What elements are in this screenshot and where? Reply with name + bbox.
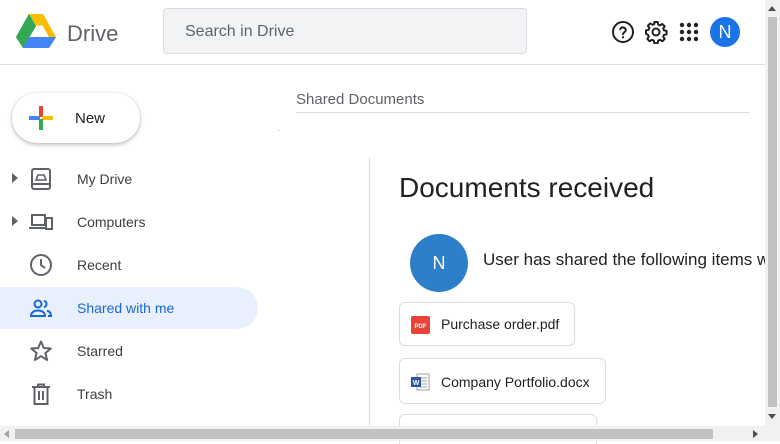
documents-heading: Documents received [399, 172, 655, 203]
apps-grid-icon[interactable] [677, 20, 701, 44]
expand-caret-icon[interactable] [12, 216, 18, 226]
sidebar-item-starred[interactable]: Starred [0, 330, 258, 372]
horizontal-scroll-thumb[interactable] [15, 429, 713, 439]
account-avatar[interactable]: N [710, 17, 740, 47]
sidebar-item-recent[interactable]: Recent [0, 244, 258, 286]
page-title: Shared Documents [296, 91, 425, 108]
sidebar-item-my-drive[interactable]: My Drive [0, 158, 258, 200]
drive-logo[interactable] [16, 14, 56, 50]
my-drive-icon [31, 168, 51, 190]
new-button[interactable]: New [12, 93, 140, 143]
people-icon [29, 299, 53, 317]
trash-icon [32, 383, 50, 405]
sharer-avatar: N [410, 234, 468, 292]
sidebar-item-trash[interactable]: Trash [0, 373, 258, 415]
app-name: Drive [67, 21, 119, 46]
clock-icon [30, 254, 52, 276]
scroll-left-arrow-icon[interactable] [4, 430, 9, 438]
file-name: Company Portfolio.docx [441, 374, 590, 390]
help-icon[interactable] [611, 20, 635, 44]
top-header: Drive Search in Drive N [0, 0, 765, 65]
star-icon [30, 340, 52, 361]
sidebar-item-label: Starred [77, 343, 123, 359]
file-chip-company-portfolio[interactable]: W Company Portfolio.docx [399, 358, 606, 404]
share-message: User has shared the following items with… [483, 250, 780, 269]
sidebar-item-label: Trash [77, 386, 113, 402]
scroll-right-arrow-icon[interactable] [753, 430, 758, 438]
panel-divider [369, 157, 370, 427]
new-button-label: New [75, 110, 106, 127]
svg-text:W: W [413, 380, 420, 387]
computers-icon [29, 214, 53, 230]
pdf-icon: PDF [411, 316, 430, 334]
title-divider [296, 112, 749, 113]
gear-icon[interactable] [644, 20, 668, 44]
search-input[interactable]: Search in Drive [185, 23, 294, 41]
divider-fragment [278, 130, 280, 131]
file-chip-purchase-order[interactable]: PDF Purchase order.pdf [399, 302, 575, 346]
word-doc-icon: W [411, 373, 430, 391]
plus-icon [29, 106, 53, 130]
sidebar-item-label: My Drive [77, 171, 133, 187]
svg-text:PDF: PDF [415, 324, 427, 330]
sidebar-item-label: Recent [77, 257, 122, 273]
expand-caret-icon[interactable] [12, 173, 18, 183]
vertical-scroll-thumb[interactable] [768, 17, 777, 407]
search-box[interactable]: Search in Drive [163, 8, 527, 54]
sidebar-item-label: Computers [77, 214, 146, 230]
sidebar-item-label: Shared with me [77, 300, 175, 316]
scroll-up-arrow-icon[interactable] [768, 6, 776, 11]
sidebar-item-computers[interactable]: Computers [0, 201, 258, 243]
sidebar-item-shared-with-me[interactable]: Shared with me [0, 287, 258, 329]
scroll-down-arrow-icon[interactable] [768, 414, 776, 419]
file-name: Purchase order.pdf [441, 316, 560, 332]
